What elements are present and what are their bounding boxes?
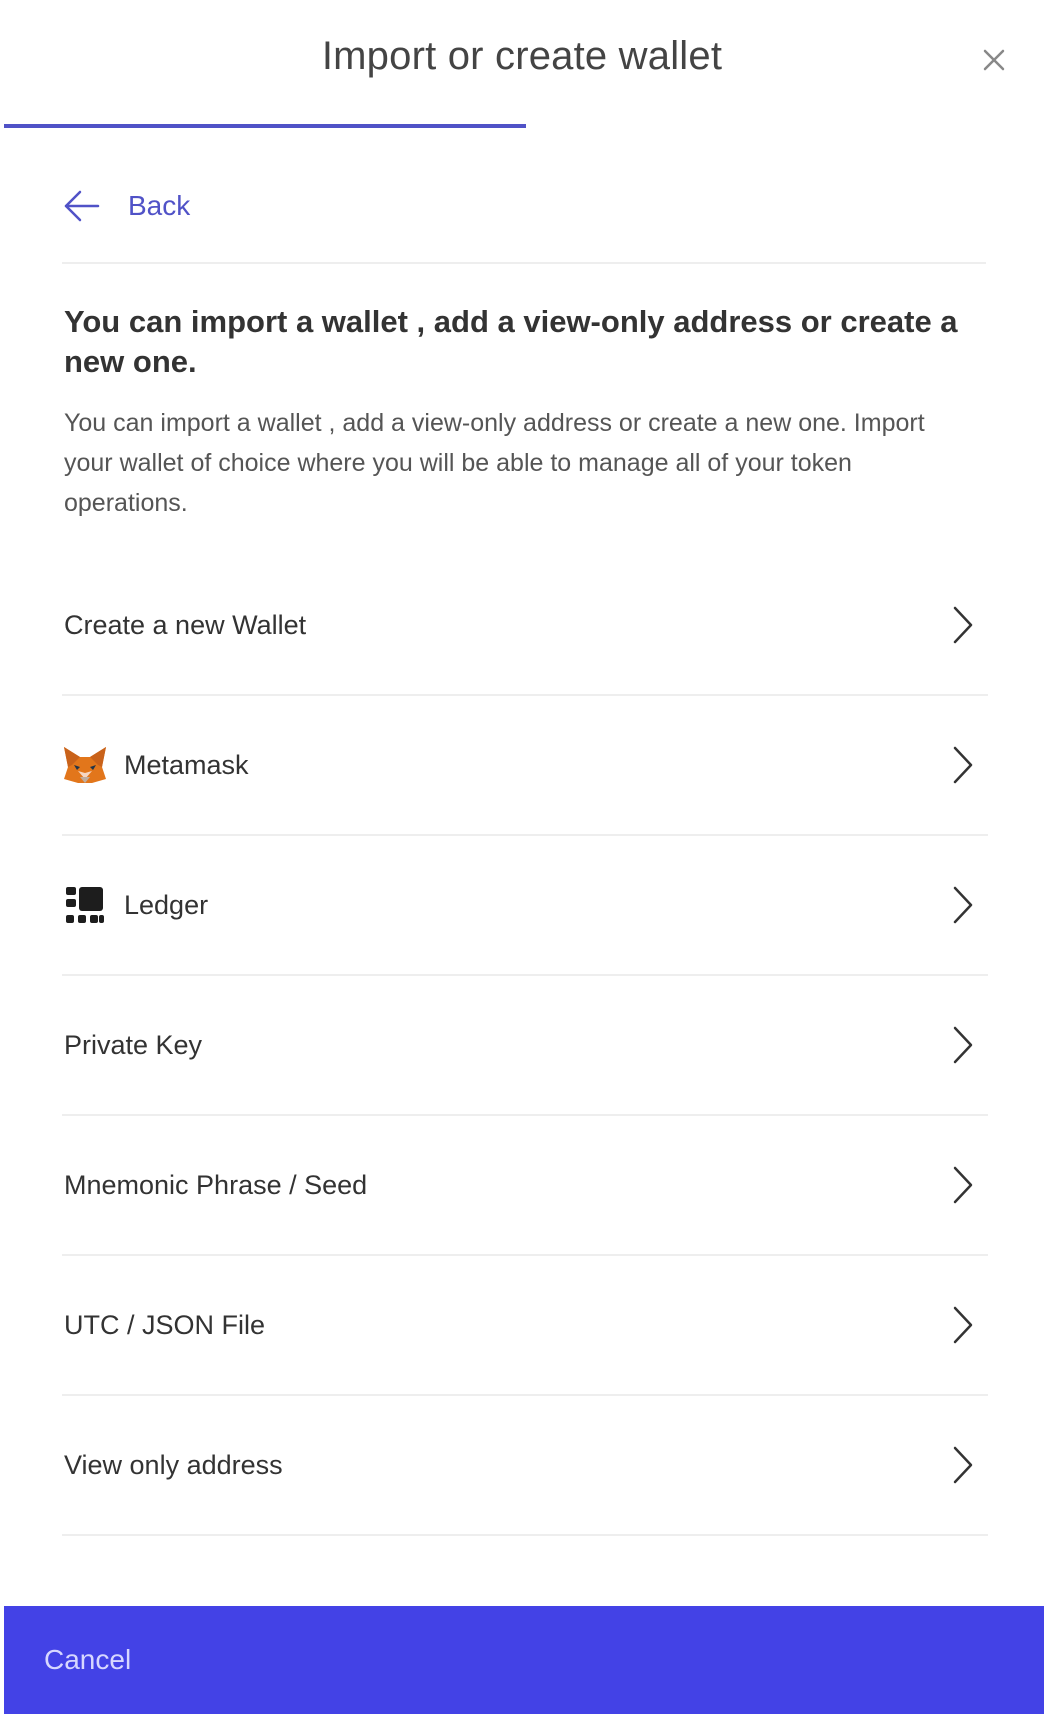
- option-create-new-wallet[interactable]: Create a new Wallet: [62, 556, 988, 696]
- chevron-right-icon: [953, 1026, 973, 1064]
- wallet-options-list: Create a new Wallet Metamask Ledger Priv…: [62, 556, 988, 1536]
- option-view-only-address[interactable]: View only address: [62, 1396, 988, 1536]
- option-mnemonic-phrase[interactable]: Mnemonic Phrase / Seed: [62, 1116, 988, 1256]
- option-metamask[interactable]: Metamask: [62, 696, 988, 836]
- arrow-left-icon: [64, 190, 100, 222]
- close-icon[interactable]: [974, 40, 1014, 80]
- back-button[interactable]: Back: [62, 184, 190, 228]
- chevron-right-icon: [953, 1166, 973, 1204]
- modal-header: Import or create wallet: [0, 0, 1044, 130]
- modal-title: Import or create wallet: [321, 34, 723, 78]
- option-private-key[interactable]: Private Key: [62, 976, 988, 1116]
- option-label: UTC / JSON File: [64, 1309, 266, 1340]
- ledger-icon: [62, 882, 108, 928]
- option-label: Private Key: [64, 1029, 203, 1060]
- option-label: Metamask: [124, 749, 249, 780]
- option-ledger[interactable]: Ledger: [62, 836, 988, 976]
- option-label: Create a new Wallet: [64, 609, 307, 640]
- progress-bar: [4, 124, 526, 128]
- intro-heading: You can import a wallet , add a view-onl…: [64, 304, 958, 379]
- chevron-right-icon: [953, 886, 973, 924]
- back-label: Back: [128, 190, 191, 221]
- chevron-right-icon: [953, 746, 973, 784]
- option-utc-json-file[interactable]: UTC / JSON File: [62, 1256, 988, 1396]
- chevron-right-icon: [953, 1446, 973, 1484]
- chevron-right-icon: [953, 1306, 973, 1344]
- option-label: Ledger: [124, 889, 209, 920]
- footer-bar: Cancel: [4, 1606, 1044, 1714]
- chevron-right-icon: [953, 606, 973, 644]
- metamask-fox-icon: [62, 742, 108, 788]
- option-label: View only address: [64, 1449, 283, 1480]
- option-label: Mnemonic Phrase / Seed: [64, 1169, 368, 1200]
- cancel-button[interactable]: Cancel: [44, 1644, 131, 1676]
- divider: [62, 262, 986, 264]
- intro-description: You can import a wallet , add a view-onl…: [64, 409, 925, 517]
